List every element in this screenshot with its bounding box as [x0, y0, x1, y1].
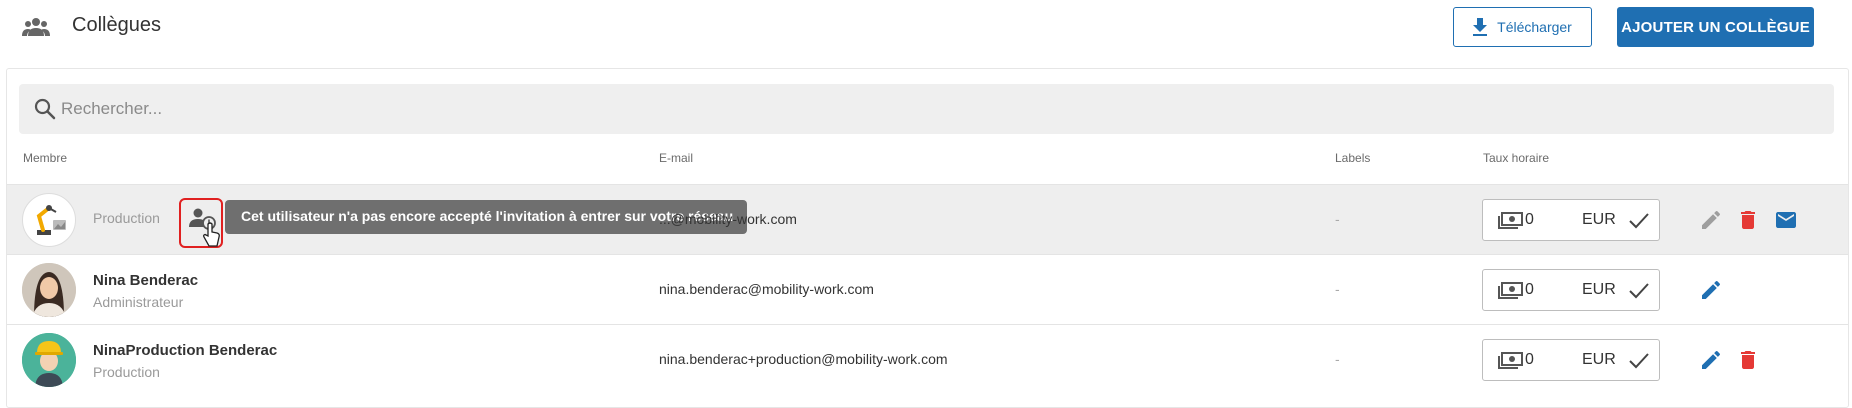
member-labels: -: [1335, 351, 1340, 367]
avatar: [22, 193, 76, 247]
currency-label: EUR: [1582, 211, 1616, 228]
member-email: nina.benderac@mobility-work.com: [659, 281, 874, 297]
member-email: ...@mobility-work.com: [659, 211, 797, 227]
cursor-pointer-icon: [203, 222, 220, 247]
edit-icon[interactable]: [1699, 208, 1723, 232]
hourly-rate-field[interactable]: 0 EUR: [1482, 199, 1660, 241]
cash-icon: [1498, 352, 1523, 369]
member-name: NinaProduction Benderac: [93, 342, 278, 359]
currency-label: EUR: [1582, 351, 1616, 368]
avatar: [22, 263, 76, 317]
member-role: Administrateur: [93, 294, 184, 310]
add-colleague-button[interactable]: AJOUTER UN COLLÈGUE: [1617, 7, 1814, 47]
table-row[interactable]: NinaProduction Benderac Production nina.…: [7, 324, 1848, 394]
hourly-rate-value: 0: [1525, 281, 1534, 298]
page-title: Collègues: [72, 14, 161, 36]
check-icon[interactable]: [1629, 212, 1649, 230]
pending-invitation-indicator[interactable]: [179, 198, 223, 248]
check-icon[interactable]: [1629, 282, 1649, 300]
member-labels: -: [1335, 211, 1340, 227]
check-icon[interactable]: [1629, 352, 1649, 370]
member-labels: -: [1335, 281, 1340, 297]
people-icon: [22, 18, 50, 36]
search-bar[interactable]: [19, 84, 1834, 134]
search-icon: [34, 98, 56, 120]
cash-icon: [1498, 212, 1523, 229]
member-role: Production: [93, 210, 160, 226]
column-header-member: Membre: [23, 151, 68, 165]
hourly-rate-field[interactable]: 0 EUR: [1482, 269, 1660, 311]
member-email: nina.benderac+production@mobility-work.c…: [659, 351, 948, 367]
page-header: Collègues Télécharger AJOUTER UN COLLÈGU…: [0, 0, 1852, 58]
column-header-email: E-mail: [659, 151, 694, 165]
member-role: Production: [93, 364, 160, 380]
column-header-labels: Labels: [1335, 151, 1371, 165]
edit-icon[interactable]: [1699, 278, 1723, 302]
mail-icon[interactable]: [1774, 208, 1798, 232]
edit-icon[interactable]: [1699, 348, 1723, 372]
column-header-hourly-rate: Taux horaire: [1483, 151, 1550, 165]
hourly-rate-value: 0: [1525, 351, 1534, 368]
download-icon: [1473, 18, 1488, 36]
download-label: Télécharger: [1497, 19, 1572, 35]
hourly-rate-field[interactable]: 0 EUR: [1482, 339, 1660, 381]
cash-icon: [1498, 282, 1523, 299]
delete-icon[interactable]: [1736, 348, 1760, 372]
download-button[interactable]: Télécharger: [1453, 7, 1592, 47]
delete-icon[interactable]: [1736, 208, 1760, 232]
table-row[interactable]: Nina Benderac Administrateur nina.bender…: [7, 254, 1848, 324]
hourly-rate-value: 0: [1525, 211, 1534, 228]
avatar: [22, 333, 76, 387]
member-name: Nina Benderac: [93, 272, 199, 289]
currency-label: EUR: [1582, 281, 1616, 298]
search-input[interactable]: [61, 84, 1761, 134]
table-row[interactable]: Production Cet utilisateur n'a pas encor…: [7, 184, 1848, 254]
